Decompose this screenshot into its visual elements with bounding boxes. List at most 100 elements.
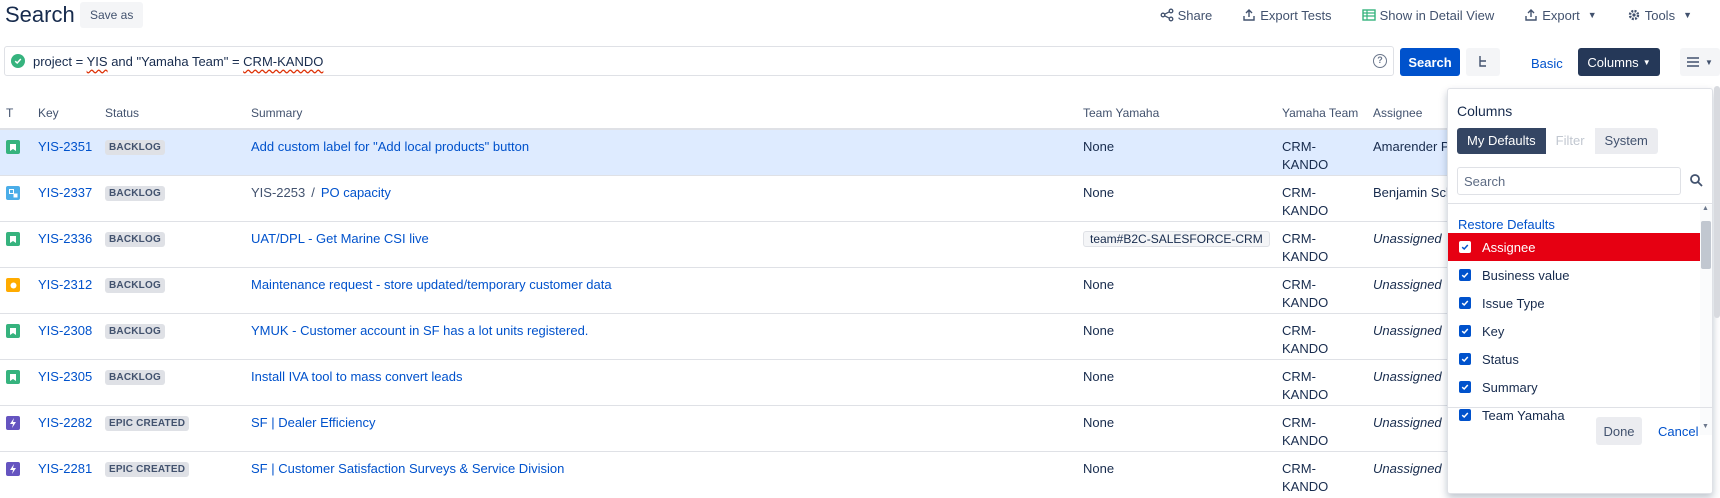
tab-system[interactable]: System: [1594, 128, 1658, 154]
basic-mode-link[interactable]: Basic: [1531, 56, 1563, 71]
col-header-status[interactable]: Status: [105, 106, 139, 120]
scroll-up-icon[interactable]: ▲: [1702, 205, 1709, 212]
view-menu-button[interactable]: ▼: [1680, 48, 1720, 76]
epic-icon: [6, 462, 20, 476]
table-row[interactable]: YIS-2282 EPIC CREATED SF | Dealer Effici…: [0, 406, 1460, 452]
team-yamaha-value: None: [1083, 277, 1115, 292]
checkbox-icon[interactable]: [1459, 325, 1471, 337]
hierarchy-button[interactable]: [1466, 48, 1500, 76]
detail-view-button[interactable]: Show in Detail View: [1361, 8, 1494, 23]
table-row[interactable]: YIS-2281 EPIC CREATED SF | Customer Sati…: [0, 452, 1460, 498]
table-row[interactable]: YIS-2337 BACKLOG YIS-2253/PO capacity No…: [0, 176, 1460, 222]
share-button[interactable]: Share: [1160, 8, 1212, 23]
tab-my-defaults[interactable]: My Defaults: [1457, 128, 1546, 154]
table-row[interactable]: YIS-2312 BACKLOG Maintenance request - s…: [0, 268, 1460, 314]
column-option-status[interactable]: Status: [1448, 345, 1702, 373]
columns-list-scrollbar[interactable]: ▲ ▼: [1700, 205, 1712, 435]
issue-summary-link[interactable]: Add custom label for "Add local products…: [251, 139, 529, 154]
top-actions: Share Export Tests Show in Detail View E…: [1130, 0, 1692, 30]
save-as-button[interactable]: Save as: [80, 2, 144, 28]
checkbox-icon[interactable]: [1459, 269, 1471, 281]
restore-defaults-link[interactable]: Restore Defaults: [1458, 217, 1555, 232]
issue-key-link[interactable]: YIS-2336: [38, 231, 92, 246]
export-tests-button[interactable]: Export Tests: [1242, 7, 1332, 23]
team-yamaha-value: None: [1083, 185, 1115, 200]
scroll-down-icon[interactable]: ▼: [1702, 423, 1709, 430]
scrollbar-thumb[interactable]: [1701, 221, 1711, 269]
column-option-summary[interactable]: Summary: [1448, 373, 1702, 401]
tools-dropdown[interactable]: Tools ▼: [1627, 8, 1692, 23]
col-header-key[interactable]: Key: [38, 106, 59, 120]
chevron-down-icon: ▼: [1587, 10, 1597, 20]
done-button[interactable]: Done: [1596, 417, 1642, 445]
columns-button[interactable]: Columns ▼: [1578, 48, 1660, 76]
col-header-summary[interactable]: Summary: [251, 106, 302, 120]
assignee-value: Unassigned: [1373, 415, 1442, 430]
column-option-label: Assignee: [1482, 239, 1536, 255]
issue-summary-link[interactable]: SF | Customer Satisfaction Surveys & Ser…: [251, 461, 564, 476]
issue-summary-link[interactable]: Install IVA tool to mass convert leads: [251, 369, 462, 384]
issue-key-link[interactable]: YIS-2312: [38, 277, 92, 292]
yamaha-team-value: CRM- KANDO: [1282, 185, 1329, 218]
table-row[interactable]: YIS-2308 BACKLOG YMUK - Customer account…: [0, 314, 1460, 360]
assignee-value: Amarender Pa: [1373, 139, 1457, 154]
checkbox-icon[interactable]: [1459, 297, 1471, 309]
checkbox-icon[interactable]: [1459, 381, 1471, 393]
issue-key-link[interactable]: YIS-2281: [38, 461, 92, 476]
columns-search-input[interactable]: [1457, 167, 1681, 195]
column-option-label: Business value: [1482, 267, 1570, 283]
assignee-value: Unassigned: [1373, 277, 1442, 292]
cancel-link[interactable]: Cancel: [1658, 424, 1698, 439]
yamaha-team-value: CRM- KANDO: [1282, 461, 1329, 494]
table-row[interactable]: YIS-2351 BACKLOG Add custom label for "A…: [0, 130, 1460, 176]
issue-summary-link[interactable]: YMUK - Customer account in SF has a lot …: [251, 323, 588, 338]
chevron-down-icon: ▼: [1683, 10, 1692, 20]
issue-key-link[interactable]: YIS-2308: [38, 323, 92, 338]
checkbox-icon[interactable]: [1459, 353, 1471, 365]
columns-config-tabs: My Defaults Filter System: [1457, 128, 1658, 154]
issue-key-link[interactable]: YIS-2282: [38, 415, 92, 430]
col-header-assignee[interactable]: Assignee: [1373, 106, 1422, 120]
issue-summary-link[interactable]: Maintenance request - store updated/temp…: [251, 277, 612, 292]
page-title: Search: [5, 2, 75, 27]
search-icon[interactable]: [1689, 173, 1703, 190]
status-badge: BACKLOG: [105, 278, 165, 293]
epic-icon: [6, 416, 20, 430]
status-badge: BACKLOG: [105, 186, 165, 201]
parent-issue-link[interactable]: YIS-2253: [251, 185, 305, 200]
column-option-issue-type[interactable]: Issue Type: [1448, 289, 1702, 317]
story-icon: [6, 140, 20, 154]
status-badge: BACKLOG: [105, 140, 165, 155]
checkbox-icon[interactable]: [1459, 409, 1471, 421]
column-option-label: Summary: [1482, 379, 1538, 395]
column-option-assignee[interactable]: Assignee: [1448, 233, 1702, 261]
issue-key-link[interactable]: YIS-2351: [38, 139, 92, 154]
divider: [1448, 407, 1712, 408]
columns-label: Columns: [1587, 54, 1639, 70]
issue-key-link[interactable]: YIS-2337: [38, 185, 92, 200]
export-icon: [1525, 9, 1537, 21]
col-header-type[interactable]: T: [6, 106, 13, 120]
issue-summary-link[interactable]: SF | Dealer Efficiency: [251, 415, 376, 430]
export-tests-label: Export Tests: [1260, 7, 1332, 23]
table-row[interactable]: YIS-2305 BACKLOG Install IVA tool to mas…: [0, 360, 1460, 406]
issue-summary-link[interactable]: UAT/DPL - Get Marine CSI live: [251, 231, 429, 246]
status-badge: BACKLOG: [105, 370, 165, 385]
export-dropdown[interactable]: Export ▼: [1524, 8, 1597, 23]
checkbox-icon[interactable]: [1459, 241, 1471, 253]
issue-summary: YIS-2253/PO capacity: [251, 185, 391, 200]
issue-key-link[interactable]: YIS-2305: [38, 369, 92, 384]
issue-summary-link[interactable]: PO capacity: [321, 185, 391, 200]
team-yamaha-value: None: [1083, 461, 1115, 476]
col-header-team-yamaha[interactable]: Team Yamaha: [1083, 106, 1159, 120]
column-option-business-value[interactable]: Business value: [1448, 261, 1702, 289]
search-button[interactable]: Search: [1400, 48, 1460, 76]
status-badge: EPIC CREATED: [105, 416, 190, 431]
table-row[interactable]: YIS-2336 BACKLOG UAT/DPL - Get Marine CS…: [0, 222, 1460, 268]
column-option-label: Status: [1482, 351, 1519, 367]
page-scrollbar[interactable]: [1714, 86, 1720, 318]
help-icon[interactable]: ?: [1373, 54, 1387, 68]
jql-query-input[interactable]: project = YIS and "Yamaha Team" = CRM-KA…: [4, 46, 1394, 76]
column-option-key[interactable]: Key: [1448, 317, 1702, 345]
col-header-yamaha-team[interactable]: Yamaha Team: [1282, 106, 1358, 120]
